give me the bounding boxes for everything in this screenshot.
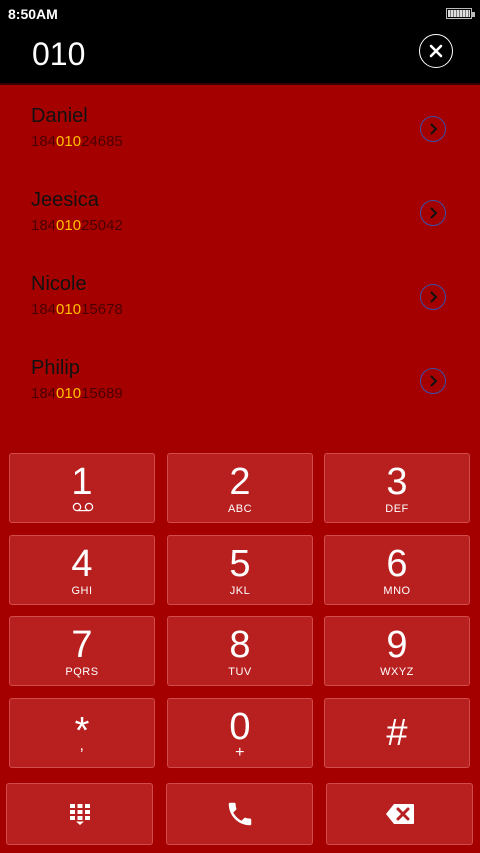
key-letters: GHI [71,585,93,597]
key-digit: 1 [71,461,93,503]
key-digit: 4 [71,543,93,585]
call-button[interactable] [166,783,313,845]
key-star[interactable]: * , [9,698,155,768]
key-letters: TUV [228,666,252,678]
key-3[interactable]: 3 DEF [324,453,470,523]
chevron-right-icon [430,375,438,387]
contact-detail-button[interactable] [420,200,446,226]
clear-button[interactable] [419,34,453,68]
key-digit: 2 [229,461,251,503]
contact-name: Daniel [31,105,88,127]
key-0[interactable]: 0 + [167,698,313,768]
key-6[interactable]: 6 MNO [324,535,470,605]
contact-detail-button[interactable] [420,284,446,310]
key-digit: 0 [229,706,251,748]
dialpad-icon [69,804,90,825]
key-5[interactable]: 5 JKL [167,535,313,605]
contact-name: Nicole [31,273,87,295]
key-9[interactable]: 9 WXYZ [324,616,470,686]
chevron-right-icon [430,123,438,135]
dialpad-toggle-button[interactable] [6,783,153,845]
key-digit: 8 [229,624,251,666]
dialer-header: 010 [0,28,480,85]
key-letters: WXYZ [380,666,414,678]
battery-icon [446,8,475,19]
contact-name: Philip [31,357,80,379]
backspace-button[interactable] [326,783,473,845]
chevron-right-icon [430,207,438,219]
key-digit: 5 [229,543,251,585]
key-digit: 7 [71,624,93,666]
dialed-number: 010 [32,36,86,72]
contact-row[interactable]: Philip 18401015689 [0,340,480,424]
contact-results-list: Daniel 18401024685 Jeesica 18401025042 N… [0,88,480,433]
key-letters: PQRS [65,666,99,678]
key-letters: MNO [383,585,411,597]
phone-match-highlight: 010 [56,301,82,318]
status-bar: 8:50AM [0,0,480,28]
contact-row[interactable]: Daniel 18401024685 [0,88,480,172]
key-hash[interactable]: # [324,698,470,768]
contact-row[interactable]: Jeesica 18401025042 [0,172,480,256]
key-7[interactable]: 7 PQRS [9,616,155,686]
contact-phone: 18401015678 [31,301,123,318]
key-8[interactable]: 8 TUV [167,616,313,686]
contact-phone: 18401015689 [31,385,123,402]
voicemail-icon [72,502,94,512]
key-1[interactable]: 1 [9,453,155,523]
close-icon [429,44,443,58]
contact-phone: 18401024685 [31,133,123,150]
contact-row[interactable]: Nicole 18401015678 [0,256,480,340]
key-letters: + [235,744,245,761]
key-letters: DEF [385,503,409,515]
key-digit: 9 [386,624,408,666]
backspace-icon [385,804,414,824]
key-4[interactable]: 4 GHI [9,535,155,605]
phone-match-highlight: 010 [56,217,82,234]
key-digit: 3 [386,461,408,503]
key-letters: JKL [229,585,251,597]
key-digit: # [386,712,408,754]
key-digit: 6 [386,543,408,585]
status-time: 8:50AM [8,6,58,22]
chevron-right-icon [430,291,438,303]
phone-match-highlight: 010 [56,385,82,402]
contact-name: Jeesica [31,189,99,211]
contact-detail-button[interactable] [420,368,446,394]
key-letters: ABC [227,503,253,515]
contact-detail-button[interactable] [420,116,446,142]
phone-icon [228,802,251,826]
contact-phone: 18401025042 [31,217,123,234]
key-letters: , [79,737,85,754]
phone-match-highlight: 010 [56,133,82,150]
key-2[interactable]: 2 ABC [167,453,313,523]
